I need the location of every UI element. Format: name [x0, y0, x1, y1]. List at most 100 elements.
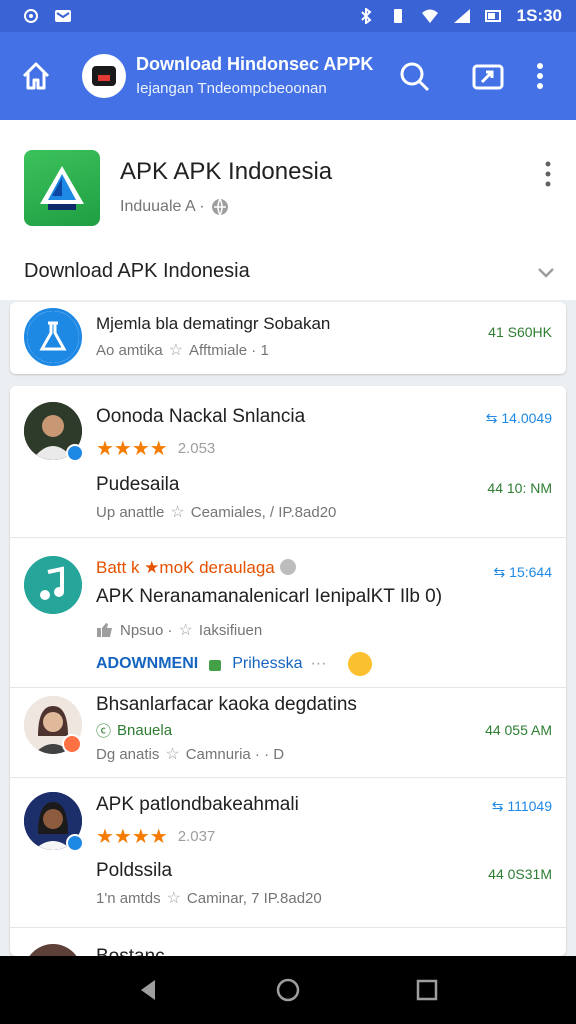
app-size: 44 10: NM — [487, 480, 552, 496]
avatar — [24, 944, 82, 956]
signal-icon — [453, 9, 470, 23]
back-icon[interactable] — [135, 976, 163, 1004]
app-meta: Caminar, 7 IP.8ad20 — [186, 889, 322, 907]
app-title-secondary: Pudesaila — [96, 474, 180, 495]
app-title: Bhsanlarfacar kaoka degdatins — [96, 694, 357, 715]
app-author: Bnauela — [117, 722, 173, 739]
list-item[interactable]: Bostanc — [10, 928, 566, 956]
app-time: ⇆ 111049 — [491, 798, 552, 814]
thumbs-icon — [97, 623, 112, 637]
search-icon[interactable] — [396, 58, 432, 94]
action-row: ADOWNMENI Prihesska ··· — [96, 652, 373, 676]
app-time: ⇆ 15:644 — [493, 564, 552, 580]
app-subtitle: Up anattle ☆ Ceamiales, / IP.8ad20 — [96, 502, 336, 522]
app-title-secondary: APK Neranamanalenicarl IenipalKT Ilb 0) — [96, 586, 443, 607]
app-bar: Download Hindonsec APPK Iejangan Tndeomp… — [0, 32, 576, 120]
app-icon — [24, 556, 82, 614]
app-meta: Ceamiales, / IP.8ad20 — [190, 503, 337, 521]
app-author-row: ⓒ Bnauela — [96, 720, 172, 741]
section-title: Download APK Indonesia — [24, 260, 250, 282]
channel-meta: Induuale A · — [120, 198, 229, 216]
app-subtitle: Npsuo · ☆ Iaksifiuen — [96, 620, 262, 640]
list-item[interactable]: Bhsanlarfacar kaoka degdatins ⓒ Bnauela … — [10, 688, 566, 778]
star-icon: ☆ — [168, 342, 184, 359]
list-item[interactable]: Oonoda Nackal Snlancia ★★★★ 2.053 Pudesai… — [10, 386, 566, 538]
app-subtitle: 1'n amtds ☆ Caminar, 7 IP.8ad20 — [96, 888, 322, 908]
app-time-text: 111049 — [507, 798, 552, 814]
app-subtitle: Ao amtika ☆ Afftmiale · 1 — [96, 340, 269, 360]
wifi-icon — [421, 9, 438, 23]
app-card[interactable]: Mjemla bla dematingr Sobakan Ao amtika ☆… — [10, 302, 566, 374]
app-time-text: 15:644 — [509, 564, 552, 580]
star-icon: ☆ — [170, 504, 185, 521]
sailboat-logo-icon — [40, 166, 84, 210]
navigation-bar — [0, 956, 576, 1024]
vibrate-icon — [393, 9, 402, 23]
android-icon — [209, 660, 222, 671]
verified-badge — [66, 444, 84, 462]
app-time-text: 14.0049 — [501, 410, 552, 426]
emoji-smile-icon — [348, 652, 373, 676]
rating-stars: ★★★★ 2.037 — [96, 824, 215, 849]
music-note-icon — [24, 556, 82, 614]
battery-icon — [484, 10, 501, 22]
app-size: 41 S60HK — [488, 324, 552, 340]
flask-icon — [27, 311, 79, 363]
status-bar: 1S:30 — [0, 0, 576, 32]
star-icon: ☆ — [178, 622, 193, 639]
app-title-secondary: Poldssila — [96, 860, 173, 881]
star-icon: ★★★★ — [96, 826, 168, 848]
privacy-link[interactable]: Prihesska — [232, 655, 302, 673]
chevron-down-icon[interactable] — [536, 262, 556, 282]
app-author: Ao amtika — [96, 341, 163, 359]
status-time: 1S:30 — [516, 6, 562, 25]
app-list: Oonoda Nackal Snlancia ★★★★ 2.053 Pudesai… — [10, 386, 566, 956]
app-size: 44 0S31M — [488, 866, 552, 882]
app-title-text: Batt k ★moK deraulaga — [96, 558, 275, 577]
rating-stars: ★★★★ 2.053 — [96, 436, 215, 461]
globe-icon — [211, 198, 228, 216]
app-meta: Afftmiale · 1 — [189, 341, 269, 359]
app-time: ⇆ 14.0049 — [485, 410, 552, 426]
channel-avatar[interactable] — [82, 54, 126, 98]
star-icon: ☆ — [165, 746, 180, 763]
app-title: Batt k ★moK deraulaga — [96, 558, 297, 578]
app-icon — [24, 308, 82, 366]
app-author: Npsuo · — [120, 621, 173, 639]
app-author-secondary: Dg anatis — [96, 745, 160, 763]
cast-icon[interactable] — [470, 58, 506, 94]
verified-badge — [66, 834, 84, 852]
app-title: Oonoda Nackal Snlancia — [96, 406, 306, 427]
app-title: Bostanc — [96, 946, 165, 956]
star-icon: ★★★★ — [96, 438, 168, 460]
at-icon: ⓒ — [96, 723, 112, 740]
app-logo-icon — [92, 66, 116, 86]
star-icon: ☆ — [166, 890, 181, 907]
emoji-badge-icon — [62, 734, 82, 754]
home-nav-icon[interactable] — [274, 976, 302, 1004]
app-meta: Camnuria · · D — [185, 745, 285, 763]
more-vert-icon[interactable] — [538, 160, 558, 188]
recents-icon[interactable] — [413, 976, 441, 1004]
more-vert-icon[interactable] — [530, 58, 550, 94]
app-author: Up anattle — [96, 503, 165, 521]
rating-value: 2.053 — [177, 440, 216, 457]
settings-gear-icon — [24, 9, 38, 23]
appbar-subtitle: Iejangan Tndeompcbeoonan — [136, 80, 327, 97]
channel-logo — [24, 150, 100, 226]
channel-header: APK APK Indonesia Induuale A · Download … — [0, 120, 576, 300]
download-link[interactable]: ADOWNMENI — [96, 655, 198, 673]
app-meta: Iaksifiuen — [198, 621, 263, 639]
home-icon[interactable] — [18, 58, 54, 94]
list-item[interactable]: APK patlondbakeahmali ★★★★ 2.037 Poldssil… — [10, 778, 566, 928]
app-title: APK patlondbakeahmali — [96, 794, 299, 815]
rating-value: 2.037 — [177, 828, 216, 845]
channel-meta-text: Induuale A · — [120, 198, 205, 215]
list-item[interactable]: Batt k ★moK deraulaga APK Neranamanaleni… — [10, 538, 566, 688]
app-subtitle: Dg anatis ☆ Camnuria · · D — [96, 744, 284, 764]
app-title: Mjemla bla dematingr Sobakan — [96, 314, 331, 333]
channel-name: APK APK Indonesia — [120, 158, 333, 185]
ellipsis-icon[interactable]: ··· — [310, 655, 326, 673]
bluetooth-icon — [360, 8, 372, 24]
app-size: 44 055 AM — [485, 722, 552, 738]
